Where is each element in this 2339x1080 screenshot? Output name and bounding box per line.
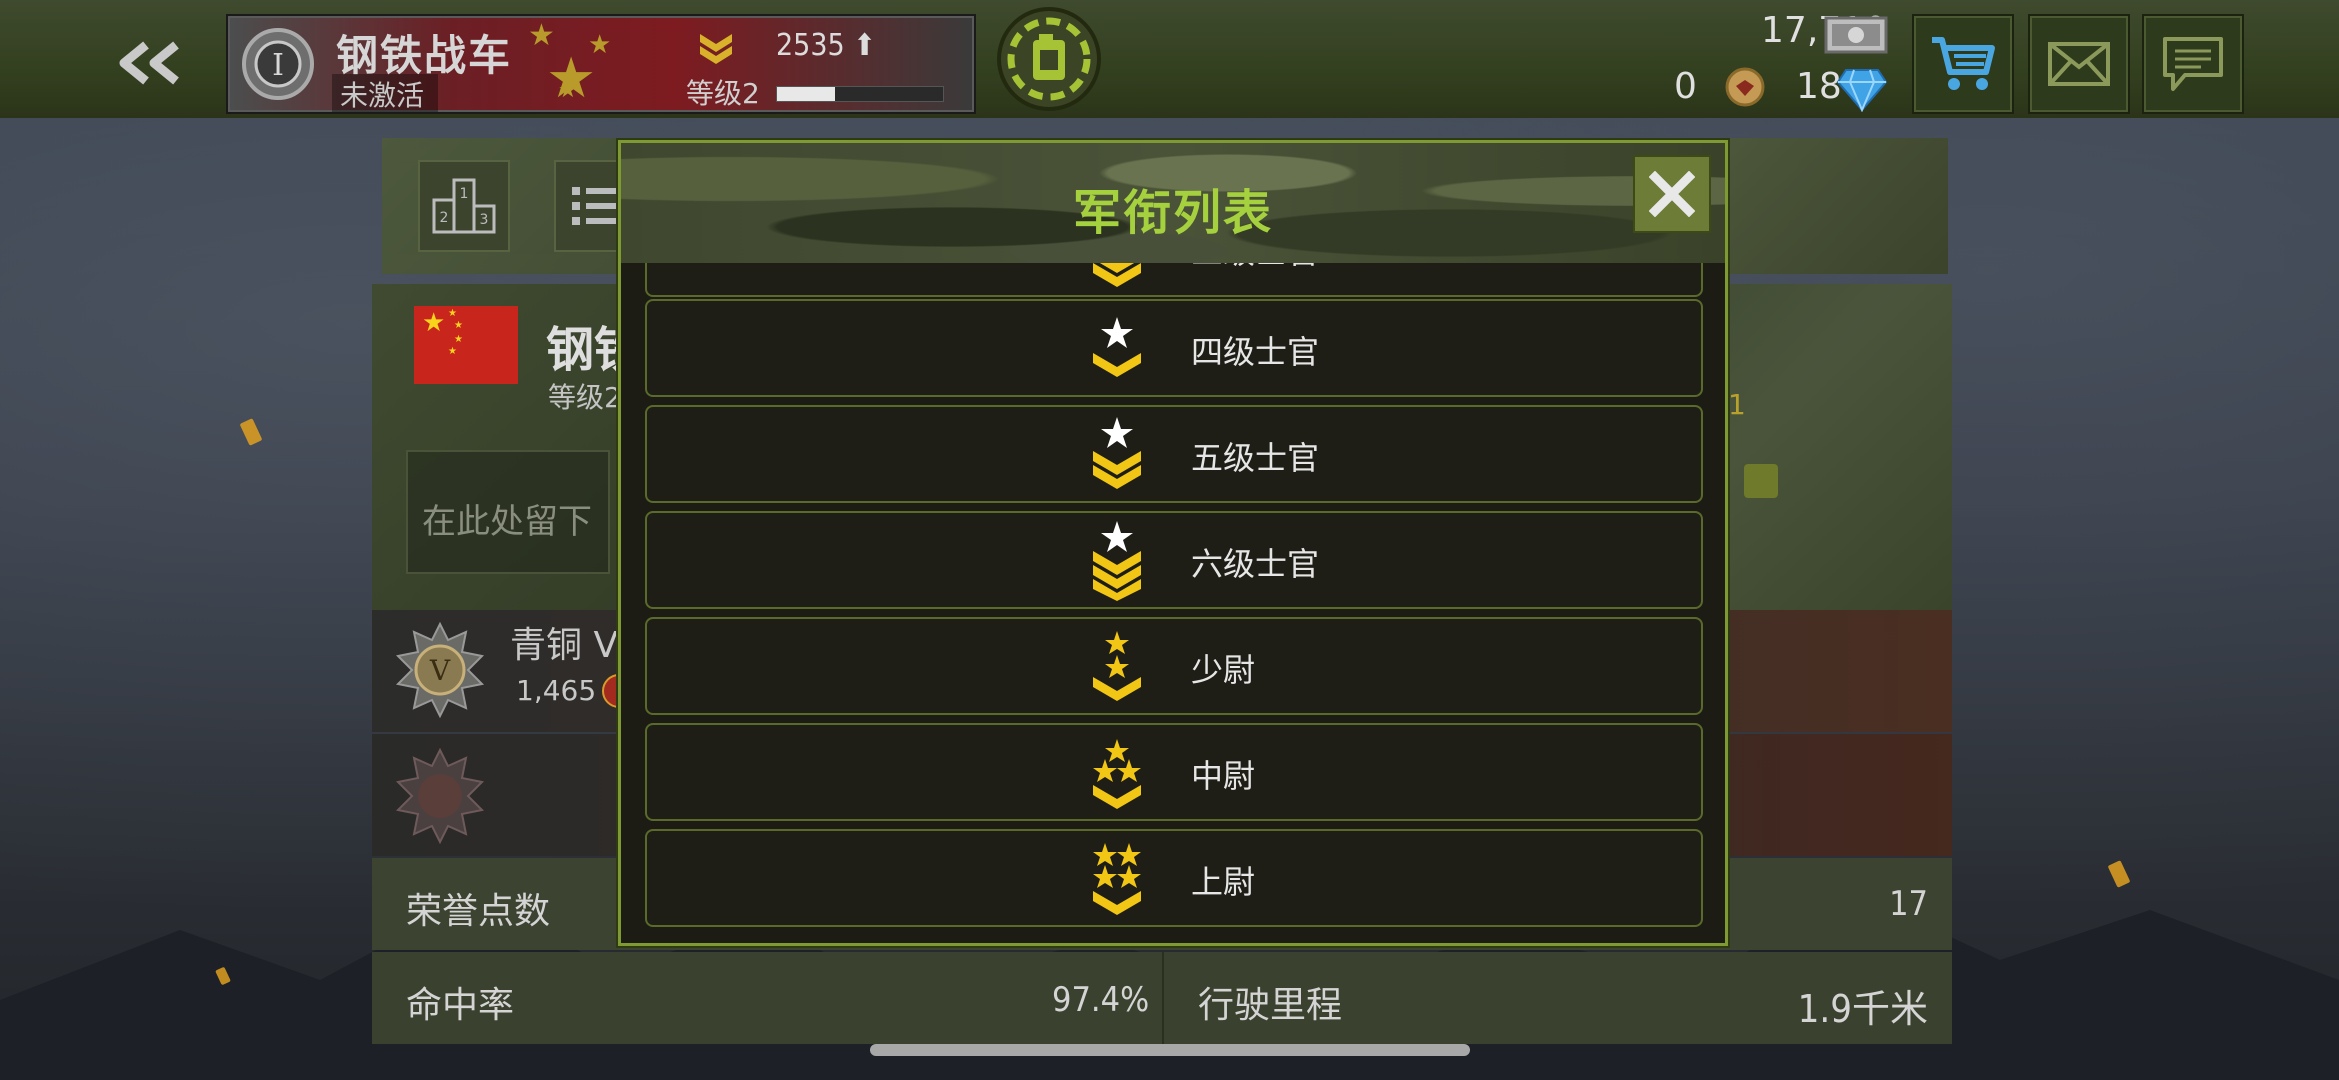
rank-list-dialog: 军衔列表 三级士官 四级士官 <box>618 140 1728 946</box>
rank-item[interactable]: 四级士官 <box>645 299 1703 397</box>
bronze-rank-icon: V <box>395 621 485 719</box>
distance-label: 行驶里程 <box>1198 985 1343 1026</box>
level-progress-bar <box>776 86 944 102</box>
leaderboard-tab[interactable]: 1 2 3 <box>418 160 510 252</box>
rank-item[interactable]: 中尉 <box>645 723 1703 821</box>
profile-number: 1 <box>1728 388 1746 421</box>
diamond-icon[interactable] <box>1836 66 1888 112</box>
gem-amount: 18 <box>1796 66 1842 107</box>
locked-rank-icon <box>395 747 485 845</box>
chat-button[interactable] <box>2142 14 2244 114</box>
rank-label: 四级士官 <box>1191 333 1320 371</box>
message-placeholder: 在此处留下 <box>422 502 592 542</box>
stat-divider <box>1162 952 1164 1044</box>
arrow-up-icon: ⬆ <box>853 28 876 63</box>
level-label: 等级2 <box>686 77 760 110</box>
rank-label: 三级士官 <box>1191 263 1319 273</box>
svg-text:3: 3 <box>480 212 489 228</box>
dialog-header: 军衔列表 <box>621 143 1725 263</box>
honor-label: 荣誉点数 <box>406 891 551 932</box>
rank-chevron-icon <box>700 34 732 64</box>
rank-item[interactable]: 五级士官 <box>645 405 1703 503</box>
two-star-chevron-icon <box>1093 631 1141 701</box>
xp-value: 2535 ⬆ <box>776 28 876 63</box>
rank-label: 五级士官 <box>1191 439 1320 477</box>
star-chevron-2-icon <box>1093 417 1141 489</box>
rank-item[interactable]: 上尉 <box>645 829 1703 927</box>
podium-icon: 1 2 3 <box>432 178 496 234</box>
star-chevron-1-icon <box>1093 317 1141 377</box>
tank-emblem-icon: I <box>242 28 314 100</box>
svg-text:I: I <box>272 48 284 83</box>
four-star-chevron-icon <box>1093 843 1141 915</box>
chevron-2-icon <box>1093 263 1141 287</box>
rank-score: 1,465 <box>516 674 597 707</box>
silver-cash-icon[interactable] <box>1824 12 1890 56</box>
tank-card[interactable]: ★ ★ ★ ★ I 钢铁战车 未激活 2535 ⬆ 等级2 <box>226 14 976 114</box>
cart-icon <box>1932 37 1995 90</box>
rank-item[interactable]: 三级士官 <box>645 263 1703 297</box>
rank-label: 中尉 <box>1191 757 1256 795</box>
star-icon: ★ <box>558 78 578 103</box>
chat-bubble-icon <box>2163 37 2223 91</box>
rank-item[interactable]: 少尉 <box>645 617 1703 715</box>
rank-label: 六级士官 <box>1191 545 1320 583</box>
rank-item[interactable]: 六级士官 <box>645 511 1703 609</box>
distance-value: 1.9千米 <box>1797 987 1928 1031</box>
gold-amount: 0 <box>1674 66 1697 107</box>
rank-label: 少尉 <box>1191 651 1256 689</box>
home-indicator[interactable] <box>870 1044 1470 1056</box>
mail-button[interactable] <box>2028 14 2130 114</box>
rank-list[interactable]: 三级士官 四级士官 五级士官 六级士官 <box>645 263 1703 937</box>
rank-label: 上尉 <box>1191 863 1256 901</box>
honor-value: 17 <box>1889 884 1928 924</box>
svg-text:V: V <box>429 654 451 687</box>
rank-title: 青铜 V <box>510 625 619 666</box>
gold-coin-icon[interactable] <box>1724 66 1766 108</box>
fuel-can-button[interactable] <box>990 6 1108 112</box>
envelope-icon <box>2048 42 2110 86</box>
tank-status: 未激活 <box>332 74 439 112</box>
back-button[interactable] <box>108 38 188 88</box>
double-chevron-left-icon <box>119 41 179 85</box>
close-icon <box>1649 171 1695 217</box>
shop-button[interactable] <box>1912 14 2014 114</box>
three-star-chevron-icon <box>1093 739 1141 809</box>
accuracy-label: 命中率 <box>406 985 515 1026</box>
player-level: 等级2 <box>548 381 622 414</box>
svg-text:1: 1 <box>460 186 469 202</box>
star-icon: ★ <box>588 30 612 60</box>
star-chevron-3-icon <box>1093 521 1141 601</box>
close-button[interactable] <box>1633 155 1711 233</box>
top-bar: ★ ★ ★ ★ I 钢铁战车 未激活 2535 ⬆ 等级2 17,710 0 1… <box>0 0 2339 118</box>
svg-text:2: 2 <box>440 210 449 226</box>
accuracy-value: 97.4% <box>1052 980 1150 1020</box>
info-icon[interactable] <box>1744 464 1778 498</box>
dialog-title: 军衔列表 <box>1072 185 1273 241</box>
china-flag-icon: ★ ★ ★ ★ ★ <box>414 306 518 384</box>
